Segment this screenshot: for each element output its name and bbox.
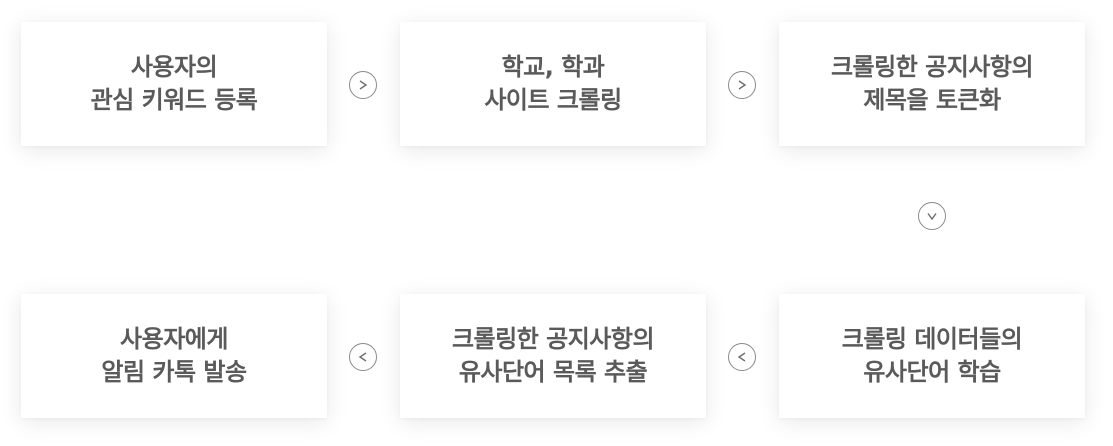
step-crawl-sites: 학교, 학과 사이트 크롤링: [400, 22, 706, 146]
chevron-down-icon: [918, 202, 946, 230]
chevron-right-icon: [349, 71, 377, 99]
step-label-line1: 크롤링한 공지사항의: [451, 325, 655, 353]
chevron-right-icon: [728, 71, 756, 99]
step-register-keywords: 사용자의 관심 키워드 등록: [21, 22, 327, 146]
step-label-line1: 크롤링한 공지사항의: [830, 53, 1034, 81]
step-label-line2: 사이트 크롤링: [484, 86, 622, 114]
step-label-line1: 사용자의: [130, 53, 218, 81]
step-label-line2: 제목을 토큰화: [863, 86, 1001, 114]
step-label-line1: 사용자에게: [120, 325, 228, 353]
step-label-line1: 학교, 학과: [501, 53, 605, 81]
chevron-left-icon: [349, 343, 377, 371]
step-tokenize-titles: 크롤링한 공지사항의 제목을 토큰화: [779, 22, 1085, 146]
step-label-line2: 유사단어 목록 추출: [458, 358, 648, 386]
step-label-line2: 관심 키워드 등록: [90, 86, 258, 114]
step-train-similar-words: 크롤링 데이터들의 유사단어 학습: [779, 294, 1085, 418]
step-label-line1: 크롤링 데이터들의: [841, 325, 1023, 353]
step-label-line2: 유사단어 학습: [863, 358, 1001, 386]
step-label-line2: 알림 카톡 발송: [101, 358, 247, 386]
step-send-kakao-alert: 사용자에게 알림 카톡 발송: [21, 294, 327, 418]
step-extract-similar-words: 크롤링한 공지사항의 유사단어 목록 추출: [400, 294, 706, 418]
chevron-left-icon: [728, 343, 756, 371]
